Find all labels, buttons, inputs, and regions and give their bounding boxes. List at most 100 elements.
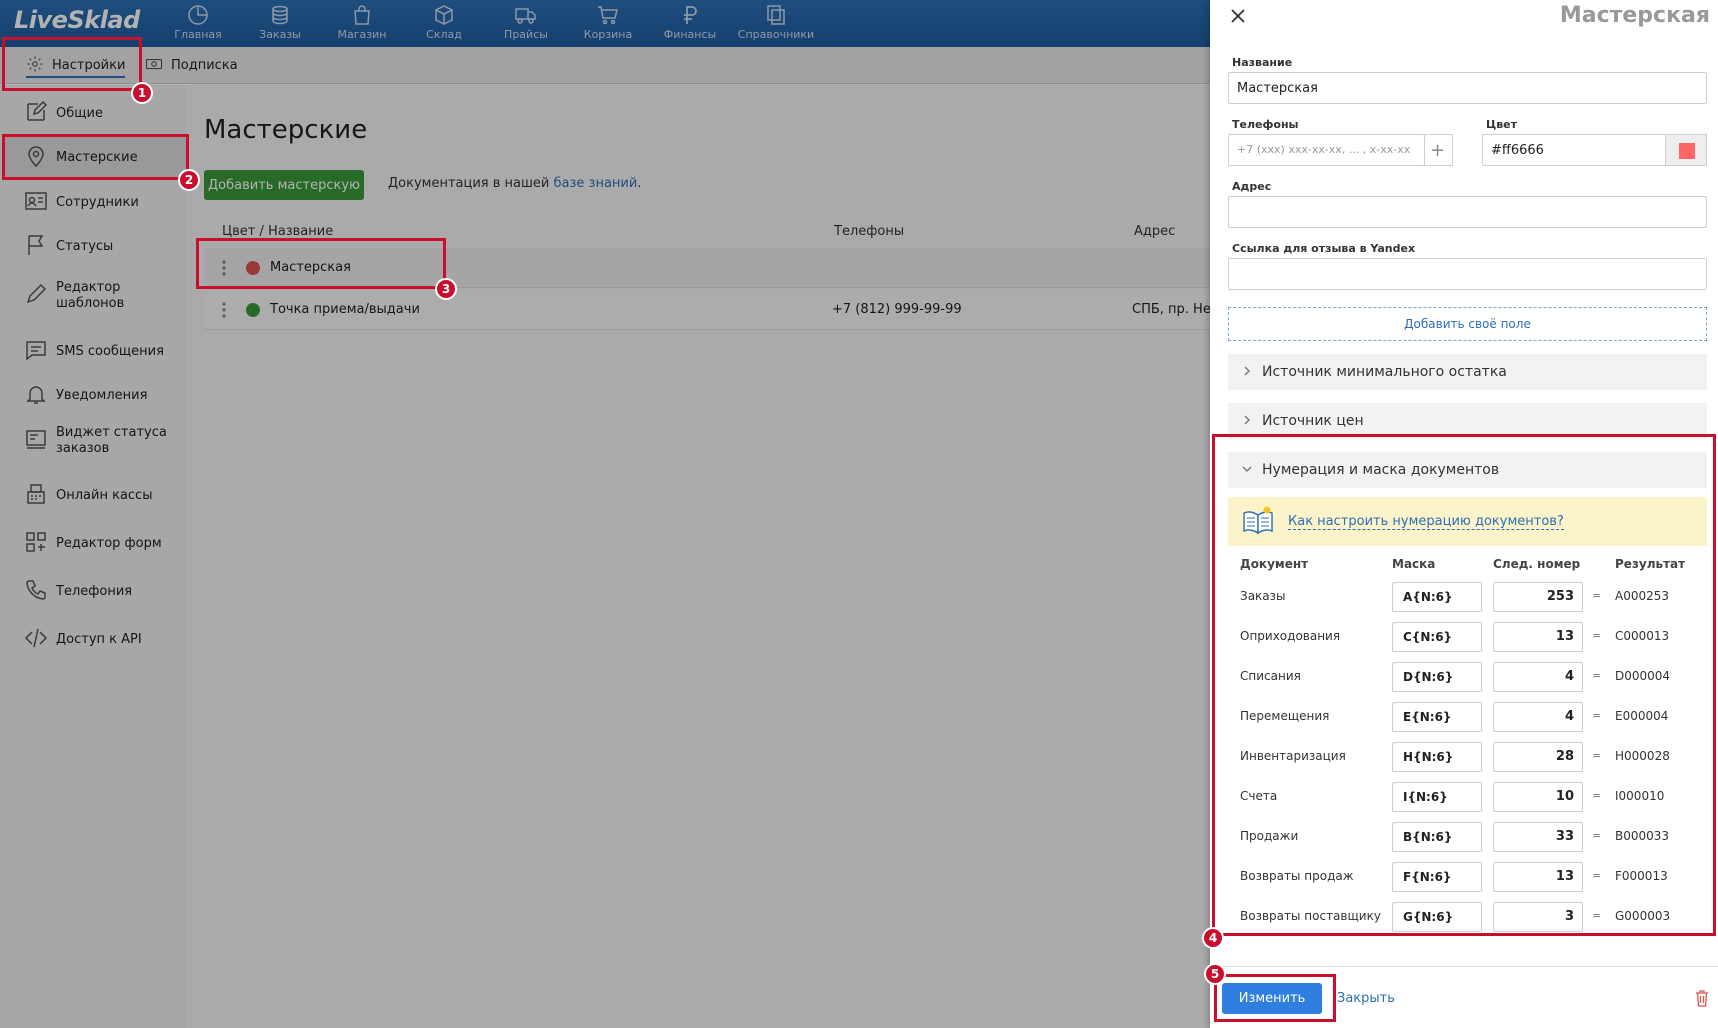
mask-input[interactable]: B{N:6} [1392,822,1482,852]
add-custom-field-button[interactable]: Добавить своё поле [1228,307,1707,341]
workshop-address: СПБ, пр. Нев [1132,302,1210,317]
nav-finance[interactable]: Финансы [647,3,733,41]
chevron-right-icon [1242,364,1252,380]
document-name: Инвентаризация [1240,749,1346,763]
table-row[interactable]: Точка приема/выдачи +7 (812) 999-99-99 С… [204,290,1210,330]
sidebar-item-label: Редактор шаблонов [56,280,125,311]
review-link-input[interactable] [1228,258,1707,290]
accordion-prices[interactable]: Источник цен [1228,403,1707,439]
document-name: Списания [1240,669,1301,683]
mask-input[interactable]: H{N:6} [1392,742,1482,772]
result-value: G000003 [1615,909,1671,923]
equals-sign: = [1592,709,1602,722]
nav-orders[interactable]: Заказы [237,3,323,41]
nav-warehouse[interactable]: Склад [401,3,487,41]
save-button[interactable]: Изменить [1222,983,1322,1014]
address-input[interactable] [1228,196,1707,228]
sidebar-item-sms[interactable]: SMS сообщения [24,338,164,366]
tab-settings[interactable]: Настройки [10,47,141,84]
gear-icon [26,55,44,77]
knowledge-base-link[interactable]: базе знаний [554,176,638,191]
sidebar-item-label: Мастерские [56,150,138,165]
sidebar-item-online-cash[interactable]: Онлайн кассы [24,482,152,510]
workshop-phone: +7 (812) 999-99-99 [832,302,962,317]
equals-sign: = [1592,749,1602,762]
next-number-input[interactable]: 253 [1493,582,1583,612]
step-badge: 3 [435,278,457,300]
next-number-input[interactable]: 10 [1493,782,1583,812]
numbering-row: Возвраты поставщику G{N:6} 3 = G000003 [1228,899,1707,935]
column-header-address[interactable]: Адрес [1134,224,1175,239]
nav-cart[interactable]: Корзина [565,3,651,41]
app-logo[interactable]: LiveSklad [14,6,140,34]
mask-input[interactable]: D{N:6} [1392,662,1482,692]
nav-prices[interactable]: Прайсы [483,3,569,41]
sidebar-item-workshops[interactable]: Мастерские [2,136,186,180]
numbering-help-link[interactable]: Как настроить нумерацию документов? [1288,514,1564,530]
sidebar-item-form-editor[interactable]: Редактор форм [24,530,162,558]
documentation-line: Документация в нашей базе знаний. [388,176,641,191]
mask-input[interactable]: E{N:6} [1392,702,1482,732]
column-header-name[interactable]: Цвет / Название [222,224,333,239]
next-number-input[interactable]: 4 [1493,662,1583,692]
tab-subscription[interactable]: Подписка [145,47,238,84]
mask-input[interactable]: F{N:6} [1392,862,1482,892]
result-value: B000033 [1615,829,1670,843]
result-value: C000013 [1615,629,1670,643]
next-number-input[interactable]: 28 [1493,742,1583,772]
sidebar-item-general[interactable]: Общие [24,100,103,128]
accordion-numbering[interactable]: Нумерация и маска документов [1228,452,1707,488]
color-swatch[interactable] [1665,134,1707,166]
nav-shop[interactable]: Магазин [319,3,405,41]
accordion-min-stock[interactable]: Источник минимального остатка [1228,354,1707,390]
settings-subbar: Настройки Подписка [0,47,1210,84]
close-icon[interactable] [1228,6,1248,26]
sidebar-item-telephony[interactable]: Телефония [24,578,132,606]
next-number-input[interactable]: 3 [1493,902,1583,932]
column-header-next-number: След. номер [1493,557,1581,571]
sidebar-item-label: Редактор форм [56,536,162,551]
sidebar-item-label: Общие [56,106,103,121]
numbering-row: Возвраты продаж F{N:6} 13 = F000013 [1228,859,1707,895]
document-name: Возвраты поставщику [1240,909,1381,923]
trash-icon[interactable] [1694,989,1710,1007]
table-row[interactable]: Мастерская [204,248,1210,288]
result-value: D000004 [1615,669,1671,683]
mask-input[interactable]: G{N:6} [1392,902,1482,932]
box-icon [431,3,457,27]
id-card-icon [24,189,48,217]
numbering-row: Оприходования C{N:6} 13 = C000013 [1228,619,1707,655]
sidebar-item-employees[interactable]: Сотрудники [24,189,139,217]
tab-underline [26,76,126,78]
next-number-input[interactable]: 4 [1493,702,1583,732]
close-button[interactable]: Закрыть [1337,991,1395,1006]
sidebar-item-template-editor[interactable]: Редактор шаблонов [24,280,124,312]
sidebar-item-notifications[interactable]: Уведомления [24,382,147,410]
name-input[interactable]: Мастерская [1228,72,1707,104]
sidebar-item-label: Сотрудники [56,195,139,210]
nav-home[interactable]: Главная [155,3,241,41]
result-value: E000004 [1615,709,1669,723]
mask-input[interactable]: A{N:6} [1392,582,1482,612]
phone-icon [24,578,48,606]
nav-references[interactable]: Справочники [733,3,819,41]
drag-handle-icon[interactable] [222,260,226,276]
sidebar-item-status-widget[interactable]: Виджет статуса заказов [24,425,167,457]
drag-handle-icon[interactable] [222,302,226,318]
mask-input[interactable]: I{N:6} [1392,782,1482,812]
add-workshop-button[interactable]: Добавить мастерскую [204,170,364,200]
next-number-input[interactable]: 13 [1493,622,1583,652]
numbering-row: Перемещения E{N:6} 4 = E000004 [1228,699,1707,735]
phones-input[interactable]: +7 (xxx) xxx-xx-xx, ... , x-xx-xx [1228,134,1425,166]
ruble-icon [677,3,703,27]
next-number-input[interactable]: 33 [1493,822,1583,852]
name-label: Название [1232,56,1293,69]
next-number-input[interactable]: 13 [1493,862,1583,892]
color-input[interactable]: #ff6666 [1482,134,1667,166]
column-header-phones[interactable]: Телефоны [834,224,904,239]
equals-sign: = [1592,589,1602,602]
mask-input[interactable]: C{N:6} [1392,622,1482,652]
add-phone-icon[interactable]: + [1423,134,1453,166]
sidebar-item-statuses[interactable]: Статусы [24,233,113,261]
sidebar-item-api-access[interactable]: Доступ к API [24,626,142,654]
